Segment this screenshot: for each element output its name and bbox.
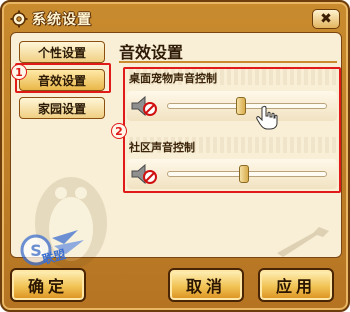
- panel-divider: [119, 61, 337, 63]
- wrench-watermark-icon: [277, 227, 329, 257]
- cancel-button-label: 取消: [185, 277, 226, 296]
- muted-speaker-icon[interactable]: [129, 95, 159, 117]
- title-bar: 系统设置 ✖: [8, 7, 344, 31]
- annotation-marker-1: 1: [11, 64, 27, 80]
- settings-content: 个性设置 音效设置 家园设置 1 音效设置 2 桌面宠物声音控制 社区声音控制: [10, 32, 342, 269]
- confirm-button-label: 确定: [27, 277, 68, 296]
- gear-icon: [10, 10, 28, 28]
- close-icon: ✖: [320, 11, 332, 27]
- sidebar-item-label: 家园设置: [37, 101, 86, 116]
- window-title: 系统设置: [32, 12, 92, 28]
- sidebar-item-label: 个性设置: [37, 45, 86, 60]
- button-bar: 确定 取消 应用: [2, 260, 348, 308]
- pet-sound-track[interactable]: [167, 103, 327, 109]
- settings-window: 系统设置 ✖ 个性设置 音效设置 家园设置 1 音效设置 2 桌面宠物声音控制 …: [0, 0, 350, 312]
- cancel-button[interactable]: 取消: [168, 268, 244, 302]
- apply-button-label: 应用: [275, 277, 316, 296]
- community-sound-slider-row: [127, 159, 337, 189]
- hand-cursor-icon: [256, 105, 278, 130]
- panel-title: 音效设置: [119, 43, 184, 62]
- close-button[interactable]: ✖: [312, 9, 340, 29]
- muted-speaker-icon[interactable]: [129, 163, 159, 185]
- community-sound-label: 社区声音控制: [129, 141, 195, 154]
- pet-sound-slider-thumb[interactable]: [235, 97, 246, 115]
- pet-sound-slider-row: [127, 91, 337, 121]
- sidebar-item-home[interactable]: 家园设置: [19, 97, 105, 119]
- apply-button[interactable]: 应用: [258, 268, 334, 302]
- community-sound-slider-thumb[interactable]: [238, 165, 249, 183]
- highlight-box-sound-tab: [15, 63, 111, 93]
- pet-sound-label: 桌面宠物声音控制: [129, 72, 217, 85]
- confirm-button[interactable]: 确定: [10, 268, 86, 302]
- sidebar-item-personal[interactable]: 个性设置: [19, 41, 105, 63]
- annotation-marker-2: 2: [111, 123, 127, 139]
